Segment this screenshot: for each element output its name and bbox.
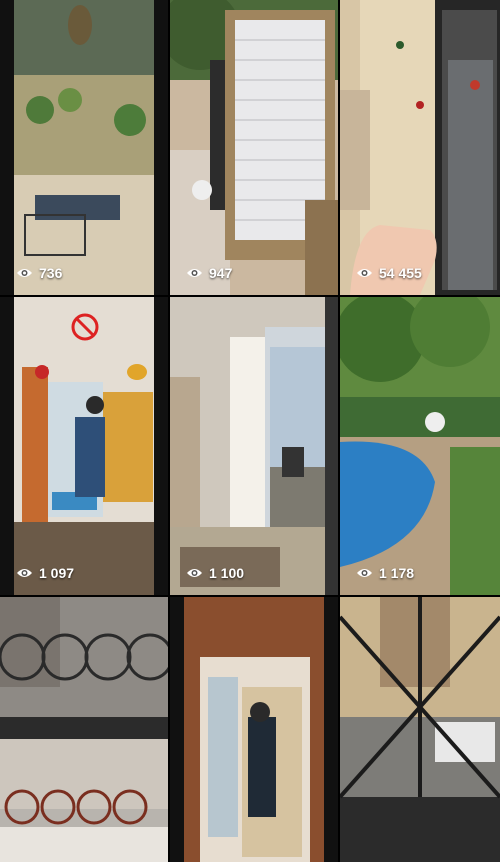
video-thumbnail-8[interactable] [170, 597, 338, 862]
video-thumbnail-5[interactable]: 1 100 [170, 297, 338, 595]
view-count-text: 1 178 [379, 565, 415, 581]
view-count: 736 [16, 265, 62, 281]
video-thumbnail-6[interactable]: 1 178 [340, 297, 500, 595]
eye-icon [16, 567, 33, 579]
shutter-window-scene [170, 0, 338, 295]
pool-garden-scene [340, 297, 500, 595]
view-count-text: 54 455 [379, 265, 422, 281]
view-count-text: 947 [209, 265, 233, 281]
window-net-scene [340, 0, 500, 295]
view-count: 1 178 [356, 565, 414, 581]
eye-icon [356, 267, 373, 279]
view-count-text: 1 097 [39, 565, 75, 581]
eye-icon [186, 567, 203, 579]
view-count-text: 1 100 [209, 565, 245, 581]
eye-icon [16, 267, 33, 279]
terrace-scene [0, 0, 168, 295]
eye-icon [186, 267, 203, 279]
balcony-door-scene [170, 297, 338, 595]
video-thumbnail-4[interactable]: 1 097 [0, 297, 168, 595]
video-thumbnail-2[interactable]: 947 [170, 0, 338, 295]
view-count: 1 097 [16, 565, 74, 581]
window-grille-scene [340, 597, 500, 862]
eye-icon [356, 567, 373, 579]
video-thumbnail-3[interactable]: 54 455 [340, 0, 500, 295]
view-count: 54 455 [356, 265, 422, 281]
view-count: 1 100 [186, 565, 244, 581]
view-count: 947 [186, 265, 232, 281]
video-thumbnail-9[interactable] [340, 597, 500, 862]
doorway-scene [170, 597, 338, 862]
patio-door-scene [0, 297, 168, 595]
video-grid: 736 947 54 455 1 097 1 100 1 178 [0, 0, 500, 862]
view-count-text: 736 [39, 265, 63, 281]
balcony-railing-scene [0, 597, 168, 862]
video-thumbnail-1[interactable]: 736 [0, 0, 168, 295]
video-thumbnail-7[interactable] [0, 597, 168, 862]
